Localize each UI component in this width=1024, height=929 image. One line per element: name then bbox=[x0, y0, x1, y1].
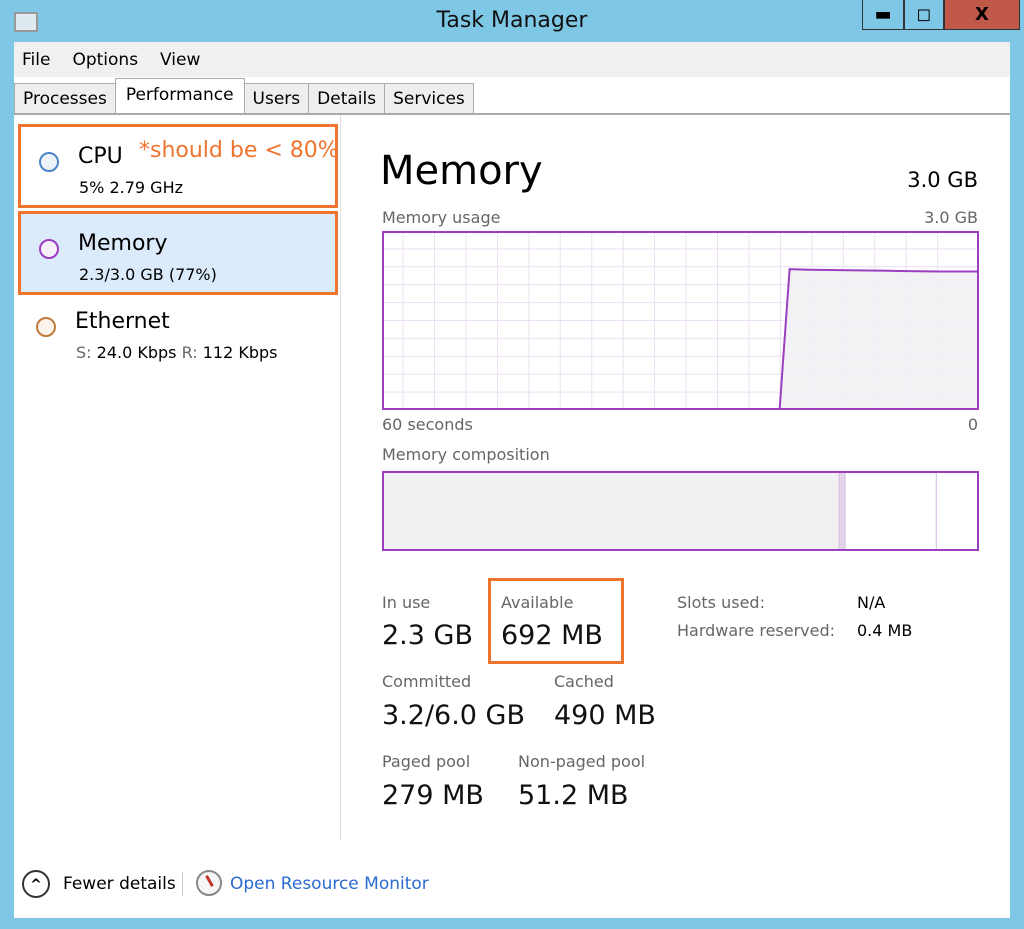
cached-value: 490 MB bbox=[554, 700, 656, 731]
usage-max: 3.0 GB bbox=[924, 208, 978, 227]
paged-pool-value: 279 MB bbox=[382, 780, 484, 811]
slots-label: Slots used: bbox=[677, 593, 765, 612]
slots-value: N/A bbox=[857, 593, 886, 612]
memory-total: 3.0 GB bbox=[907, 168, 978, 192]
sidebar-item-ethernet[interactable]: Ethernet S: 24.0 Kbps R: 112 Kbps bbox=[18, 292, 338, 376]
sidebar-item-sub: S: 24.0 Kbps R: 112 Kbps bbox=[76, 343, 277, 362]
sidebar-item-label: Ethernet bbox=[75, 309, 170, 334]
usage-area bbox=[383, 269, 978, 409]
send-value: 24.0 Kbps bbox=[96, 343, 177, 362]
composition-in_use bbox=[382, 471, 840, 551]
composition-standby bbox=[844, 471, 937, 551]
divider bbox=[340, 115, 341, 840]
hw-reserved-value: 0.4 MB bbox=[857, 621, 913, 640]
nonpaged-pool-label: Non-paged pool bbox=[518, 752, 646, 771]
sidebar-item-cpu[interactable]: CPU 5% 2.79 GHz *should be < 80% bbox=[18, 124, 339, 208]
memory-composition-chart bbox=[382, 471, 979, 551]
usage-label: Memory usage bbox=[382, 208, 501, 227]
paged-pool-label: Paged pool bbox=[382, 752, 471, 771]
divider bbox=[182, 872, 183, 896]
maximize-button[interactable]: ◻ bbox=[904, 0, 944, 30]
divider bbox=[14, 113, 1010, 115]
page-title: Memory bbox=[380, 148, 543, 194]
cpu-circle-icon bbox=[39, 152, 59, 172]
close-button[interactable]: X bbox=[944, 0, 1020, 30]
client-area: File Options View Processes Performance … bbox=[14, 42, 1010, 918]
memory-circle-icon bbox=[39, 239, 59, 259]
in-use-label: In use bbox=[382, 593, 431, 612]
hw-reserved-label: Hardware reserved: bbox=[677, 621, 836, 640]
nonpaged-pool-value: 51.2 MB bbox=[518, 780, 629, 811]
composition-free bbox=[935, 471, 979, 551]
sidebar-item-sub: 2.3/3.0 GB (77%) bbox=[79, 265, 217, 284]
composition-label: Memory composition bbox=[382, 445, 550, 464]
minimize-button[interactable]: ▬ bbox=[862, 0, 904, 30]
menu-file[interactable]: File bbox=[22, 50, 50, 70]
tab-users[interactable]: Users bbox=[243, 83, 310, 113]
tab-processes[interactable]: Processes bbox=[14, 83, 116, 113]
receive-label: R: bbox=[181, 343, 198, 362]
sidebar-item-memory[interactable]: Memory 2.3/3.0 GB (77%) bbox=[18, 211, 338, 295]
receive-value: 112 Kbps bbox=[202, 343, 278, 362]
available-value: 692 MB bbox=[501, 620, 603, 651]
time-left-label: 60 seconds bbox=[382, 415, 473, 434]
ethernet-circle-icon bbox=[36, 317, 56, 337]
menu-view[interactable]: View bbox=[160, 50, 200, 70]
cached-label: Cached bbox=[554, 672, 614, 691]
menu-options[interactable]: Options bbox=[72, 50, 138, 70]
memory-usage-chart bbox=[382, 231, 979, 410]
tab-performance[interactable]: Performance bbox=[114, 78, 245, 113]
send-label: S: bbox=[76, 343, 92, 362]
annotation-text: *should be < 80% bbox=[139, 138, 339, 163]
chevron-up-icon[interactable]: ^ bbox=[22, 870, 50, 898]
open-resource-monitor-link[interactable]: Open Resource Monitor bbox=[230, 874, 429, 894]
committed-label: Committed bbox=[382, 672, 472, 691]
available-label: Available bbox=[501, 593, 574, 612]
committed-value: 3.2/6.0 GB bbox=[382, 700, 526, 731]
tab-bar: Processes Performance Users Details Serv… bbox=[14, 78, 474, 113]
composition-modified bbox=[838, 471, 846, 551]
fewer-details-button[interactable]: Fewer details bbox=[63, 874, 176, 894]
sidebar-item-label: CPU bbox=[78, 144, 123, 169]
task-manager-icon bbox=[14, 12, 38, 32]
resource-monitor-icon bbox=[196, 870, 222, 896]
menu-bar: File Options View bbox=[14, 42, 1010, 77]
tab-services[interactable]: Services bbox=[384, 83, 474, 113]
time-right-label: 0 bbox=[967, 415, 978, 434]
tab-details[interactable]: Details bbox=[308, 83, 386, 113]
sidebar-item-sub: 5% 2.79 GHz bbox=[79, 178, 184, 197]
sidebar-item-label: Memory bbox=[78, 231, 168, 256]
in-use-value: 2.3 GB bbox=[382, 620, 473, 651]
